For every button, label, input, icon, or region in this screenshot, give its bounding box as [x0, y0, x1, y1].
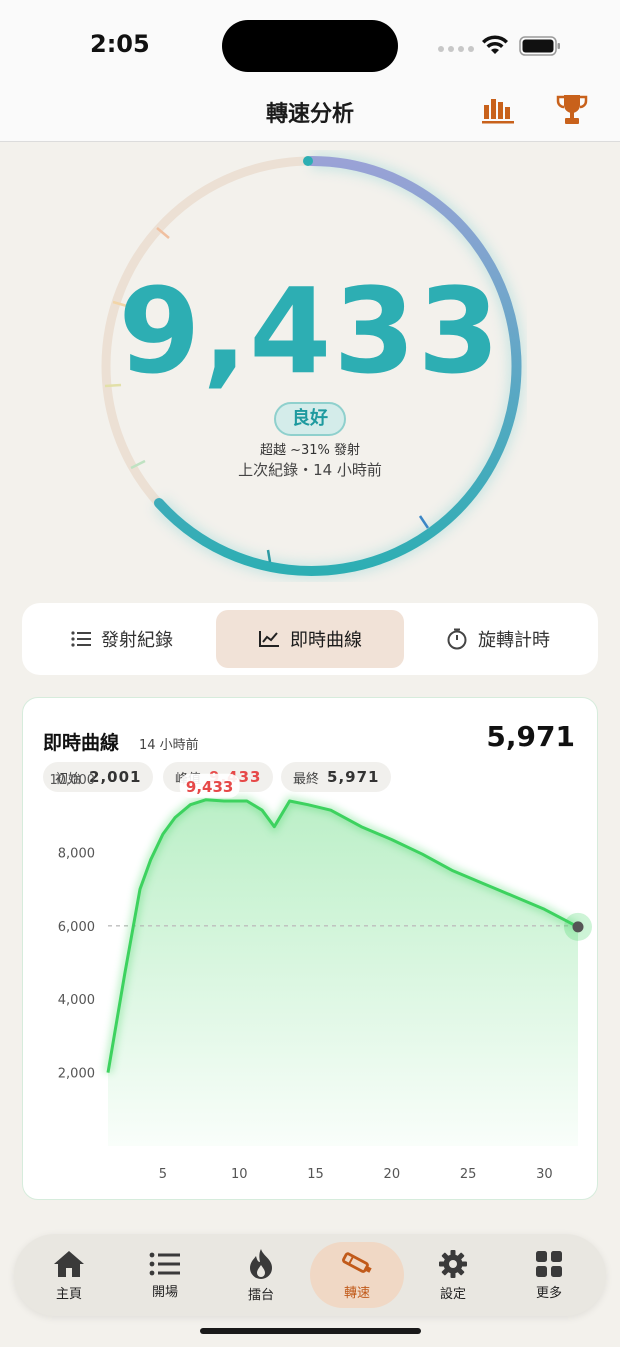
cellular-signal-icon — [438, 46, 474, 52]
segment-label: 發射紀錄 — [101, 630, 173, 651]
x-tick-label: 20 — [384, 1167, 401, 1182]
navigation-bar: 轉速分析 — [0, 80, 620, 142]
status-bar: 2:05 — [0, 0, 620, 90]
view-segmented-control: 發射紀錄 即時曲線 旋轉計時 — [22, 603, 598, 675]
segment-spin-timer[interactable]: 旋轉計時 — [408, 610, 588, 668]
x-tick-label: 5 — [159, 1167, 167, 1182]
battery-icon — [519, 36, 560, 56]
segment-label: 即時曲線 — [290, 630, 362, 651]
launcher-icon — [342, 1251, 372, 1273]
trophy-icon[interactable] — [554, 92, 590, 128]
timer-icon — [447, 628, 467, 650]
tab-opening[interactable]: 開場 — [118, 1242, 212, 1308]
x-tick-label: 15 — [307, 1167, 324, 1182]
y-tick-label: 2,000 — [58, 1067, 95, 1082]
segment-live-curve[interactable]: 即時曲線 — [216, 610, 404, 668]
wifi-icon — [482, 35, 508, 54]
gear-icon — [439, 1249, 467, 1278]
y-tick-label: 8,000 — [58, 846, 95, 861]
tab-home[interactable]: 主頁 — [22, 1242, 116, 1308]
tab-label: 轉速 — [343, 1285, 370, 1301]
y-tick-label: 6,000 — [58, 920, 95, 935]
dynamic-island — [222, 20, 398, 72]
status-time: 2:05 — [90, 30, 150, 58]
tab-bar: 主頁 開場 擂台 轉速 設定 更多 — [14, 1234, 606, 1316]
tab-more[interactable]: 更多 — [502, 1242, 596, 1308]
list-icon — [149, 1252, 180, 1275]
tab-label: 更多 — [535, 1285, 562, 1301]
line-chart-icon — [259, 631, 279, 647]
bar-chart-icon[interactable] — [480, 92, 516, 128]
x-tick-label: 30 — [536, 1167, 553, 1182]
x-tick-label: 10 — [231, 1167, 248, 1182]
rpm-line-chart: 2,000 4,000 6,000 8,000 10,000 5 10 15 20 25 30 9,4… — [50, 773, 592, 1182]
y-tick-label: 10,000 — [50, 773, 96, 788]
home-indicator — [200, 1328, 421, 1334]
page-title: 轉速分析 — [265, 102, 354, 127]
flame-icon — [250, 1248, 272, 1279]
live-curve-card: 即時曲線 14 小時前 5,971 初始 2,001 峰值 9,433 最終 5… — [22, 697, 598, 1200]
x-tick-label: 25 — [460, 1167, 477, 1182]
peak-label: 9,433 — [186, 778, 233, 796]
last-record-text: 上次紀錄・14 小時前 — [238, 461, 382, 479]
tab-label: 主頁 — [55, 1286, 82, 1302]
tab-settings[interactable]: 設定 — [406, 1242, 500, 1308]
list-icon — [71, 631, 91, 647]
grid-icon — [536, 1250, 562, 1277]
tab-label: 開場 — [151, 1284, 178, 1300]
beat-percentage-text: 超越 ~31% 發射 — [259, 443, 361, 458]
segment-label: 旋轉計時 — [478, 630, 550, 651]
segment-launch-log[interactable]: 發射紀錄 — [32, 610, 212, 668]
home-icon — [54, 1250, 84, 1277]
y-tick-label: 4,000 — [58, 993, 95, 1008]
series-area — [108, 799, 578, 1146]
rpm-value: 9,433 — [118, 262, 502, 400]
tab-label: 擂台 — [247, 1287, 274, 1303]
rating-badge: 良好 — [274, 402, 346, 436]
tab-rpm[interactable]: 轉速 — [310, 1242, 404, 1308]
end-point — [572, 921, 584, 933]
tab-label: 設定 — [439, 1286, 466, 1302]
tab-arena[interactable]: 擂台 — [214, 1242, 308, 1308]
